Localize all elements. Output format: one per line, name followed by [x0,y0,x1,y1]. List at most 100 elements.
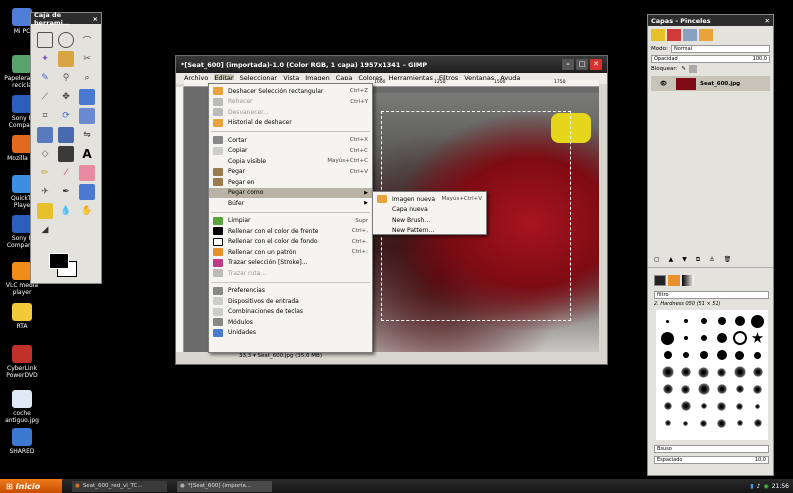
desktop-icon[interactable]: CyberLink PowerDVD [2,345,42,379]
brush-swatch[interactable] [683,319,688,323]
brush-swatch[interactable] [700,318,707,324]
eraser-icon[interactable] [79,165,95,181]
start-button[interactable]: ⊞ Inicio [0,479,62,493]
menu-item[interactable]: New Brush... [373,215,486,226]
tab-brushes-icon[interactable] [654,275,666,286]
taskbar-item-firefox[interactable]: ● Seat_600_red_vl_TC... [72,480,167,492]
brush-swatch[interactable] [734,316,745,326]
brush-swatch[interactable] [753,384,762,394]
security-icon[interactable]: ◉ [763,483,768,490]
bucket-fill-icon[interactable] [58,146,74,162]
dodge-burn-icon[interactable]: ✋ [79,203,95,219]
clock[interactable]: 21:56 [772,483,789,490]
menu-item[interactable]: Limpiar Supr [209,216,372,227]
paintbrush-icon[interactable]: ⁄ [58,165,74,181]
brush-grid[interactable] [656,310,768,440]
brush-swatch[interactable] [753,419,762,427]
tab-undo-icon[interactable] [699,29,713,41]
lower-layer-icon[interactable]: ▼ [682,256,687,264]
menu-item[interactable]: Búfer ▶ [209,198,372,209]
zoom-icon[interactable]: ⌕ [79,70,95,86]
brush-swatch[interactable] [700,403,707,409]
color-picker-icon[interactable]: ⚲ [58,70,74,86]
brush-swatch[interactable] [666,319,669,323]
brush-swatch[interactable] [700,335,707,341]
menu-item[interactable]: Unidades [209,328,372,339]
raise-layer-icon[interactable]: ▲ [669,256,674,264]
menu-item[interactable]: Dispositivos de entrada [209,296,372,307]
close-icon[interactable]: ✕ [590,59,602,70]
pencil-icon[interactable]: ✏ [37,165,53,181]
paths-icon[interactable]: ✎ [37,70,53,86]
maximize-icon[interactable]: □ [576,59,588,70]
brush-swatch[interactable] [735,350,744,360]
airbrush-icon[interactable]: ✈ [37,184,53,200]
brush-swatch[interactable] [752,367,763,377]
cage-icon[interactable]: ◇ [37,146,53,162]
brush-swatch[interactable] [736,402,743,410]
menu-item[interactable]: Rellenar con un patrón Ctrl+; [209,247,372,258]
network-icon[interactable]: ▮ [750,483,753,490]
desktop-icon[interactable]: coche antiguo.jpg [2,390,42,424]
menu-item[interactable]: Copiar Ctrl+C [209,146,372,157]
ellipse-select-icon[interactable] [58,32,74,48]
brush-swatch[interactable] [736,420,743,426]
menu-item[interactable]: Capa nueva [373,205,486,216]
close-icon[interactable]: × [93,15,98,23]
crop-icon[interactable]: ⌗ [37,108,53,124]
scissors-icon[interactable]: ✂ [79,51,95,67]
lock-pixels-icon[interactable]: ✎ [681,66,686,72]
brush-swatch[interactable] [716,350,727,360]
tab-patterns-icon[interactable] [668,275,680,286]
volume-icon[interactable]: ♪ [757,483,761,490]
menu-item[interactable]: Cortar Ctrl+X [209,135,372,146]
tab-layers-icon[interactable] [651,29,665,41]
brush-swatch[interactable] [698,366,709,378]
tab-channels-icon[interactable] [667,29,681,41]
free-select-icon[interactable]: ⌒ [79,32,95,48]
brush-swatch[interactable] [663,402,672,410]
color-select-icon[interactable] [58,51,74,67]
mode-select[interactable]: Normal [671,45,770,53]
flip-icon[interactable]: ⇋ [79,127,95,143]
gimp-titlebar[interactable]: *[Seat_600] (importada)-1.0 (Color RGB, … [176,56,607,73]
menu-item[interactable]: Rellenar con el color de frente Ctrl+, [209,226,372,237]
menu-item[interactable]: Módulos [209,317,372,328]
menu-item[interactable]: New Pattern... [373,226,486,237]
menu-item[interactable]: Pegar como ▶ [209,187,372,198]
measure-icon[interactable]: ⟋ [37,89,53,105]
anchor-icon[interactable]: ⚓ [709,256,714,264]
brush-swatch[interactable] [683,420,688,426]
tab-paths-icon[interactable] [683,29,697,41]
desktop-icon[interactable]: SHARED [2,428,42,455]
smudge-icon[interactable]: 💧 [58,203,74,219]
brush-swatch[interactable] [683,336,688,340]
brush-swatch[interactable] [716,384,727,394]
menu-item[interactable]: Preferencias [209,286,372,297]
menu-item[interactable]: Deshacer Selección rectangular Ctrl+Z [209,86,372,97]
close-icon[interactable]: ✕ [765,17,770,25]
ink-icon[interactable]: ✒ [58,184,74,200]
new-layer-icon[interactable]: ▢ [654,256,660,264]
duplicate-layer-icon[interactable]: ⧉ [696,256,700,264]
brush-swatch[interactable] [662,384,673,394]
brush-swatch[interactable] [663,351,672,359]
toolbox-titlebar[interactable]: Caja de herrami... × [31,11,101,27]
brush-swatch[interactable] [751,314,764,328]
heal-icon[interactable] [37,203,53,219]
rect-select-icon[interactable] [37,32,53,48]
brush-swatch[interactable] [717,367,726,377]
brush-swatch[interactable] [732,331,747,345]
layer-row[interactable]: 👁 Seat_600.jpg [651,76,770,91]
menu-item[interactable]: Rellenar con el color de fondo Ctrl+. [209,237,372,248]
opacity-slider[interactable]: Opacidad 100,0 [651,55,770,63]
brush-swatch[interactable] [680,367,691,377]
brush-swatch[interactable] [751,332,764,343]
lock-alpha-icon[interactable] [689,65,698,73]
scale-icon[interactable] [79,108,95,124]
brush-swatch[interactable] [717,401,726,411]
tab-gradients-icon[interactable] [682,275,694,286]
brush-swatch[interactable] [733,366,746,378]
brush-swatch[interactable] [717,317,726,325]
clone-icon[interactable] [79,184,95,200]
